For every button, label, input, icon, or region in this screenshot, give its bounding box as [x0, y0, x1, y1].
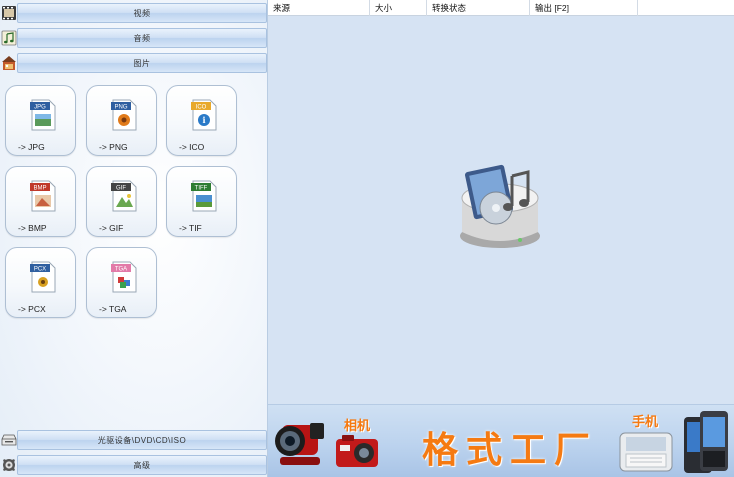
format-label: -> GIF — [99, 223, 124, 233]
ico-file-icon: ICO i — [191, 99, 217, 131]
category-panel: 视频 音频 图片 JPG -> JPG PNG -> PNG ICO i -> … — [0, 0, 268, 477]
format-tile-jpg[interactable]: JPG -> JPG — [5, 85, 76, 156]
svg-text:ICO: ICO — [196, 105, 207, 111]
category-video[interactable]: 视频 — [0, 2, 267, 24]
promo-banner[interactable]: 相机 格式工厂 手机 — [268, 404, 734, 477]
format-tile-gif[interactable]: GIF -> GIF — [86, 166, 157, 237]
format-tile-tif[interactable]: TIFF -> TIF — [166, 166, 237, 237]
svg-text:PNG: PNG — [114, 105, 127, 111]
tga-file-icon: TGA — [111, 261, 137, 293]
category-rom-device[interactable]: 光驱设备\DVD\CD\ISO — [0, 429, 267, 451]
task-list-header: 来源 大小 转换状态 输出 [F2] — [268, 0, 734, 16]
pcx-file-icon: PCX — [30, 261, 56, 293]
format-label: -> TGA — [99, 304, 127, 314]
camcorder-icon — [275, 423, 324, 465]
smartphone-icon — [619, 432, 673, 472]
svg-text:i: i — [202, 115, 205, 125]
format-tile-ico[interactable]: ICO i -> ICO — [166, 85, 237, 156]
svg-text:TIFF: TIFF — [195, 186, 208, 192]
format-tile-pcx[interactable]: PCX -> PCX — [5, 247, 76, 318]
bmp-file-icon: BMP — [30, 180, 56, 212]
column-source[interactable]: 来源 — [268, 0, 370, 16]
svg-text:JPG: JPG — [34, 105, 46, 111]
format-label: -> BMP — [18, 223, 47, 233]
tiff-file-icon: TIFF — [191, 180, 217, 212]
category-audio[interactable]: 音频 — [0, 27, 267, 49]
camera-tag: 相机 — [344, 419, 371, 434]
format-label: -> JPG — [18, 142, 45, 152]
format-label: -> TIF — [179, 223, 202, 233]
gear-icon — [3, 459, 15, 471]
film-icon — [2, 6, 16, 20]
category-picture-label: 图片 — [133, 58, 151, 68]
category-advanced-label: 高级 — [133, 460, 151, 470]
jpg-file-icon: JPG — [30, 99, 56, 131]
format-label: -> PCX — [18, 304, 46, 314]
music-note-icon — [1, 30, 17, 46]
task-panel: 来源 大小 转换状态 输出 [F2] 相机 格式工厂 手机 — [268, 0, 734, 477]
gif-file-icon: GIF — [111, 180, 137, 212]
format-label: -> ICO — [179, 142, 205, 152]
format-factory-logo-icon — [460, 164, 540, 248]
disc-drive-icon — [1, 434, 17, 446]
column-status[interactable]: 转换状态 — [427, 0, 530, 16]
column-size[interactable]: 大小 — [370, 0, 427, 16]
camera-icon — [336, 435, 378, 467]
svg-text:BMP: BMP — [33, 186, 46, 192]
category-video-label: 视频 — [133, 8, 151, 18]
brand-title: 格式工厂 — [422, 430, 599, 471]
category-advanced[interactable]: 高级 — [0, 454, 267, 476]
format-tile-tga[interactable]: TGA -> TGA — [86, 247, 157, 318]
phone-tag: 手机 — [632, 415, 659, 430]
png-file-icon: PNG — [111, 99, 137, 131]
column-output[interactable]: 输出 [F2] — [530, 0, 638, 16]
format-label: -> PNG — [99, 142, 128, 152]
category-rom-label: 光驱设备\DVD\CD\ISO — [97, 435, 187, 445]
svg-text:PCX: PCX — [34, 267, 46, 273]
pda-phone-icon — [684, 411, 728, 473]
column-blank — [638, 0, 734, 16]
format-tile-png[interactable]: PNG -> PNG — [86, 85, 157, 156]
format-tile-bmp[interactable]: BMP -> BMP — [5, 166, 76, 237]
svg-text:TGA: TGA — [115, 267, 127, 273]
svg-text:GIF: GIF — [116, 186, 126, 192]
category-audio-label: 音频 — [133, 33, 151, 43]
category-picture[interactable]: 图片 — [0, 52, 267, 74]
image-icon — [2, 56, 16, 70]
